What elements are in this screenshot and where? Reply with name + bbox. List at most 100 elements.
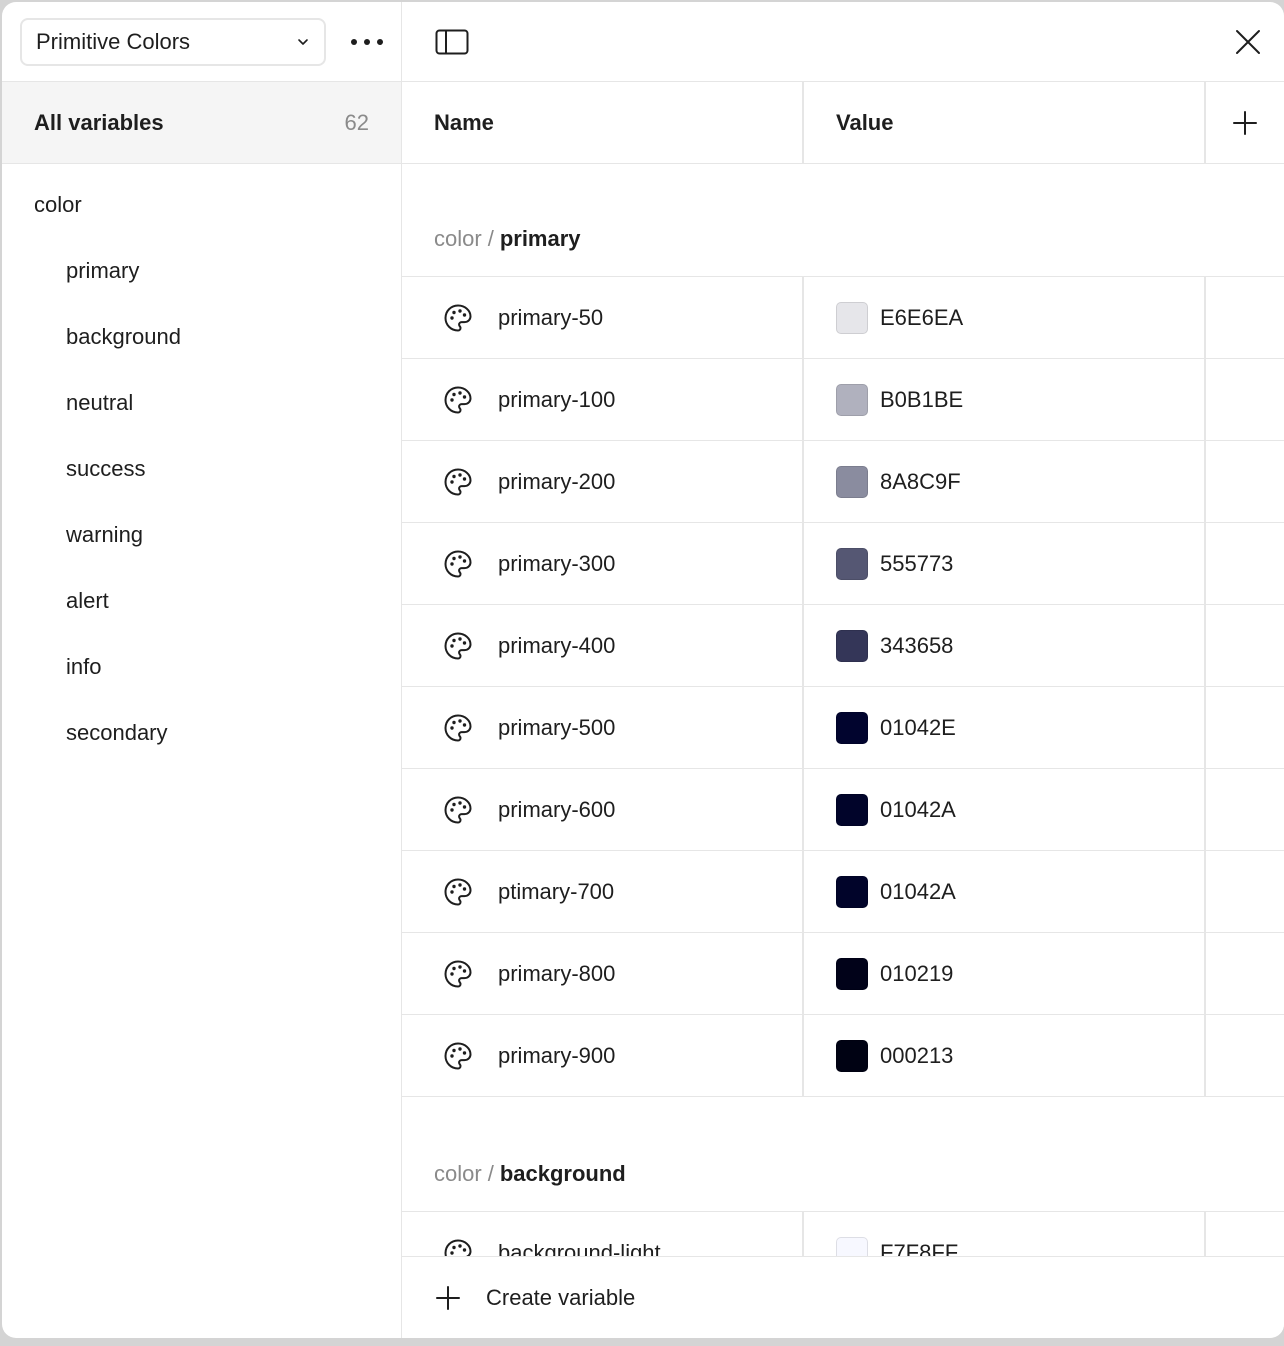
table-row[interactable]: primary-500 01042E — [402, 687, 1284, 769]
color-swatch[interactable] — [836, 547, 868, 580]
hex-value: 010219 — [880, 960, 954, 986]
row-extra-cell — [1206, 277, 1284, 358]
all-variables-item[interactable]: All variables 62 — [2, 82, 401, 164]
table-row[interactable]: primary-200 8A8C9F — [402, 441, 1284, 523]
section-separator: / — [487, 226, 494, 251]
variable-name-cell[interactable]: primary-50 — [402, 277, 804, 358]
more-icon[interactable] — [349, 24, 385, 60]
sidebar-group-success[interactable]: success — [2, 436, 401, 502]
table-row[interactable]: primary-300 555773 — [402, 523, 1284, 605]
row-extra-cell — [1206, 851, 1284, 932]
palette-icon — [442, 548, 474, 580]
sidebar-group-info[interactable]: info — [2, 634, 401, 700]
variable-name-cell[interactable]: primary-900 — [402, 1015, 804, 1096]
variable-name: primary-200 — [498, 468, 616, 494]
sidebar-group-alert[interactable]: alert — [2, 568, 401, 634]
variable-value-cell[interactable]: 000213 — [804, 1015, 1206, 1096]
color-swatch[interactable] — [836, 465, 868, 498]
section-header: color / primary — [402, 164, 1284, 277]
variable-value-cell[interactable]: B0B1BE — [804, 359, 1206, 440]
color-swatch[interactable] — [836, 793, 868, 826]
palette-icon — [442, 712, 474, 744]
table-row[interactable]: primary-50 E6E6EA — [402, 277, 1284, 359]
row-extra-cell — [1206, 605, 1284, 686]
color-swatch[interactable] — [836, 301, 868, 334]
sidebar-group-secondary[interactable]: secondary — [2, 700, 401, 766]
variable-value-cell[interactable]: 01042A — [804, 769, 1206, 850]
variable-name: primary-500 — [498, 714, 616, 740]
sidebar-group-color[interactable]: color — [2, 172, 401, 238]
table-row[interactable]: primary-600 01042A — [402, 769, 1284, 851]
hex-value: 01042E — [880, 714, 956, 740]
column-header-name: Name — [402, 82, 804, 163]
sidebar-group-warning[interactable]: warning — [2, 502, 401, 568]
variable-value-cell[interactable]: 010219 — [804, 933, 1206, 1014]
sidebar-group-neutral[interactable]: neutral — [2, 370, 401, 436]
variable-name: primary-800 — [498, 960, 616, 986]
hex-value: 343658 — [880, 632, 954, 658]
close-icon[interactable] — [1228, 22, 1268, 62]
sidebar-header: Primitive Colors — [2, 2, 401, 82]
color-swatch[interactable] — [836, 957, 868, 990]
table-row[interactable]: ptimary-700 01042A — [402, 851, 1284, 933]
variable-name-cell[interactable]: primary-400 — [402, 605, 804, 686]
variables-window: Primitive Colors All variables 62 color p… — [2, 2, 1284, 1338]
palette-icon — [442, 384, 474, 416]
variable-name-cell[interactable]: primary-800 — [402, 933, 804, 1014]
variable-value-cell[interactable]: 555773 — [804, 523, 1206, 604]
table-body: color / primary primary-50 E6E6EA primary-100… — [402, 164, 1284, 1338]
create-variable-button[interactable]: Create variable — [402, 1256, 1284, 1338]
row-extra-cell — [1206, 359, 1284, 440]
variable-name-cell[interactable]: primary-200 — [402, 441, 804, 522]
row-extra-cell — [1206, 441, 1284, 522]
row-extra-cell — [1206, 769, 1284, 850]
variable-name: primary-400 — [498, 632, 616, 658]
color-swatch[interactable] — [836, 383, 868, 416]
plus-icon[interactable] — [1206, 82, 1284, 163]
variable-name-cell[interactable]: ptimary-700 — [402, 851, 804, 932]
palette-icon — [442, 466, 474, 498]
column-value-label: Value — [836, 109, 894, 135]
variable-name-cell[interactable]: primary-600 — [402, 769, 804, 850]
collection-name: Primitive Colors — [36, 28, 191, 54]
variable-value-cell[interactable]: 01042E — [804, 687, 1206, 768]
row-extra-cell — [1206, 687, 1284, 768]
sidebar-group-primary[interactable]: primary — [2, 238, 401, 304]
variable-value-cell[interactable]: E6E6EA — [804, 277, 1206, 358]
row-extra-cell — [1206, 523, 1284, 604]
hex-value: B0B1BE — [880, 386, 964, 412]
table-row[interactable]: primary-400 343658 — [402, 605, 1284, 687]
table-row[interactable]: primary-100 B0B1BE — [402, 359, 1284, 441]
chevron-down-icon — [296, 35, 310, 49]
color-swatch[interactable] — [836, 1039, 868, 1072]
section-separator: / — [487, 1161, 494, 1186]
variable-name-cell[interactable]: primary-100 — [402, 359, 804, 440]
sidebar-toggle-icon[interactable] — [432, 22, 472, 62]
palette-icon — [442, 630, 474, 662]
table-row[interactable]: primary-900 000213 — [402, 1015, 1284, 1097]
row-extra-cell — [1206, 933, 1284, 1014]
color-swatch[interactable] — [836, 711, 868, 744]
variable-value-cell[interactable]: 343658 — [804, 605, 1206, 686]
collection-dropdown[interactable]: Primitive Colors — [20, 17, 326, 66]
create-variable-label: Create variable — [486, 1284, 636, 1310]
variable-value-cell[interactable]: 8A8C9F — [804, 441, 1206, 522]
color-swatch[interactable] — [836, 875, 868, 908]
sidebar-group-background[interactable]: background — [2, 304, 401, 370]
variable-value-cell[interactable]: 01042A — [804, 851, 1206, 932]
section-title: primary — [499, 226, 581, 251]
all-variables-label: All variables — [34, 109, 164, 135]
variable-name-cell[interactable]: primary-500 — [402, 687, 804, 768]
variable-name-cell[interactable]: primary-300 — [402, 523, 804, 604]
variable-name: primary-100 — [498, 386, 616, 412]
table-row[interactable]: primary-800 010219 — [402, 933, 1284, 1015]
palette-icon — [442, 958, 474, 990]
group-list: color primary background neutral success warn… — [2, 164, 401, 766]
column-header-value: Value — [804, 82, 1206, 163]
variable-name: primary-300 — [498, 550, 616, 576]
hex-value: 000213 — [880, 1042, 954, 1068]
hex-value: 01042A — [880, 796, 956, 822]
color-swatch[interactable] — [836, 629, 868, 662]
main-panel: Name Value color / primary primary-50 E6E6EA… — [402, 2, 1284, 1338]
variable-name: primary-600 — [498, 796, 616, 822]
